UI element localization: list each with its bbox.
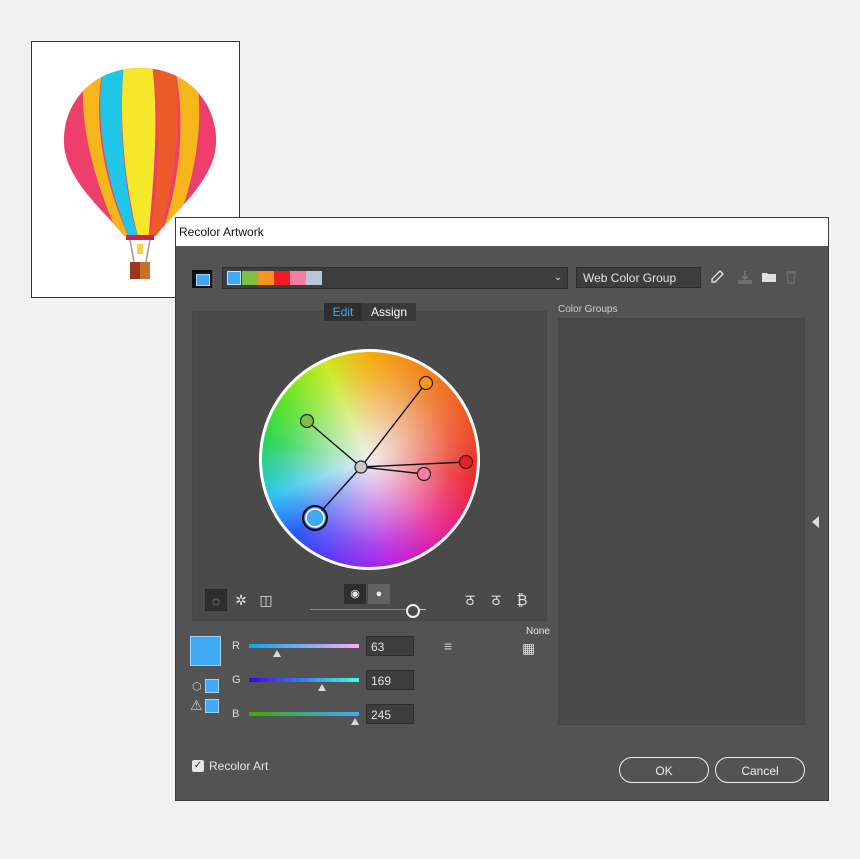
- color-library-label: None: [526, 626, 550, 637]
- brightness-slider-knob[interactable]: [406, 604, 420, 618]
- tab-edit[interactable]: Edit: [324, 303, 362, 321]
- save-changes-icon[interactable]: [736, 269, 754, 287]
- blue-value-field[interactable]: 245: [366, 704, 414, 724]
- cancel-button[interactable]: Cancel: [715, 757, 805, 783]
- color-mode-menu-icon[interactable]: ≡: [444, 638, 452, 654]
- color-groups-label: Color Groups: [558, 304, 618, 315]
- out-of-gamut-swatch[interactable]: [205, 699, 219, 713]
- color-group-name-field[interactable]: Web Color Group: [576, 267, 701, 288]
- edit-assign-tabs: Edit Assign: [324, 303, 416, 321]
- color-chip[interactable]: [290, 271, 306, 285]
- link-harmony-colors-icon[interactable]: ₿: [512, 591, 532, 611]
- ok-button[interactable]: OK: [619, 757, 709, 783]
- display-toggle-buttons: ◉ ●: [344, 584, 390, 606]
- color-chip[interactable]: [242, 271, 258, 285]
- color-marker-orange: [418, 375, 434, 391]
- color-bars-icon[interactable]: ◫: [255, 589, 277, 611]
- web-safe-swatch[interactable]: [205, 679, 219, 693]
- slider-end-mark: [420, 609, 426, 610]
- blue-slider-thumb[interactable]: [351, 718, 359, 725]
- smooth-color-wheel-icon[interactable]: ◌: [205, 589, 227, 611]
- red-slider-thumb[interactable]: [273, 650, 281, 657]
- tab-assign[interactable]: Assign: [362, 303, 416, 321]
- dialog-title: Recolor Artwork: [176, 218, 828, 246]
- current-color-swatch: [190, 636, 221, 666]
- remove-color-tool-icon[interactable]: ठ: [486, 591, 506, 611]
- color-marker-pink: [416, 466, 432, 482]
- chevron-down-icon[interactable]: ⌄: [548, 267, 568, 289]
- recolor-art-label: Recolor Art: [209, 759, 269, 773]
- channel-label-b: B: [232, 708, 240, 720]
- expand-panel-icon[interactable]: [812, 516, 819, 528]
- green-value-field[interactable]: 169: [366, 670, 414, 690]
- segmented-color-wheel-icon[interactable]: ✲: [230, 589, 252, 611]
- active-color-fill: [196, 274, 210, 286]
- color-library-icon[interactable]: ▦: [522, 640, 535, 657]
- blue-slider-track[interactable]: [249, 712, 359, 716]
- red-slider-track[interactable]: [249, 644, 359, 648]
- green-slider-thumb[interactable]: [318, 684, 326, 691]
- active-color-swatch[interactable]: [192, 270, 212, 288]
- trash-icon[interactable]: [782, 269, 800, 287]
- wheel-center-handle: [354, 460, 368, 474]
- cube-icon: ⬡: [192, 681, 202, 693]
- color-marker-blue: [305, 508, 325, 528]
- channel-label-r: R: [232, 640, 240, 652]
- color-marker-red: [458, 454, 474, 470]
- show-hue-saturation-icon[interactable]: ●: [368, 584, 390, 604]
- recolor-artwork-dialog: Recolor Artwork ⌄ Web Color Group Edit A…: [175, 217, 829, 801]
- red-value-field[interactable]: 63: [366, 636, 414, 656]
- recolor-art-checkbox[interactable]: ✓: [192, 760, 204, 772]
- show-saturation-brightness-icon[interactable]: ◉: [344, 584, 366, 604]
- eyedropper-icon[interactable]: [708, 269, 726, 287]
- color-chip[interactable]: [306, 271, 322, 285]
- color-chip[interactable]: [258, 271, 274, 285]
- color-chip[interactable]: [227, 271, 241, 285]
- wheel-mode-buttons: ◌ ✲ ◫: [205, 589, 281, 612]
- color-chip[interactable]: [274, 271, 290, 285]
- color-group-strip[interactable]: [222, 267, 568, 289]
- color-groups-list[interactable]: [558, 318, 805, 725]
- green-slider-track[interactable]: [249, 678, 359, 682]
- color-marker-green: [299, 413, 315, 429]
- add-color-tool-icon[interactable]: ठ: [460, 591, 480, 611]
- new-folder-icon[interactable]: [760, 269, 778, 287]
- harmony-markers[interactable]: [259, 349, 480, 570]
- channel-label-g: G: [232, 674, 241, 686]
- warning-icon: ⚠: [190, 697, 203, 713]
